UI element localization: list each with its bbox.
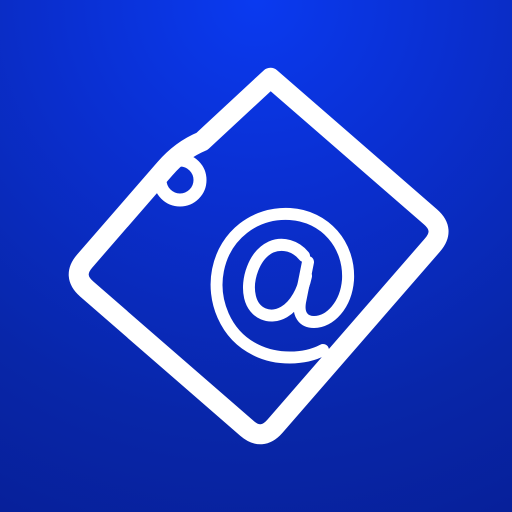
tag-hole-icon [153, 153, 207, 207]
tag-graphic [68, 67, 449, 445]
at-sign-icon [210, 207, 355, 364]
app-icon [0, 0, 512, 512]
